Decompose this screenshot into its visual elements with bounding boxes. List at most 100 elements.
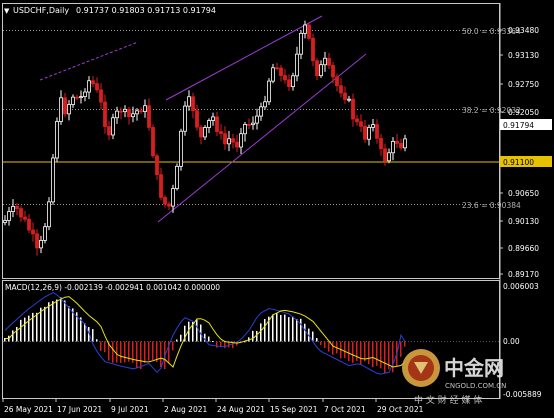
candle-body (39, 239, 43, 249)
candle-body (31, 229, 35, 235)
macd-histogram-bar (324, 341, 326, 349)
dropdown-arrow-icon[interactable]: ▼ (4, 7, 10, 15)
candle-body (207, 120, 211, 128)
macd-title: MACD(12,26,9) -0.002139 -0.002941 0.0010… (5, 283, 220, 292)
candle-body (203, 127, 207, 138)
macd-histogram-bar (196, 319, 198, 342)
macd-histogram-bar (224, 341, 226, 349)
candle-body (403, 138, 407, 149)
macd-histogram-bar (252, 330, 254, 342)
time-label: 24 Aug 2021 (217, 405, 265, 414)
macd-histogram-bar (372, 341, 374, 368)
candle-body (255, 115, 259, 124)
candle-body (359, 121, 363, 127)
candle-body (91, 80, 95, 85)
macd-histogram-bar (276, 312, 278, 342)
candle-body (335, 76, 339, 87)
macd-histogram-bar (176, 339, 178, 342)
macd-histogram-bar (256, 330, 258, 342)
time-label: 17 Jun 2021 (57, 405, 102, 414)
candle-body (387, 152, 391, 162)
candle-body (235, 141, 239, 148)
macd-histogram-bar (136, 341, 138, 368)
macd-histogram-bar (68, 306, 70, 342)
candle-body (75, 96, 79, 99)
candle-body (119, 110, 123, 113)
candle-body (59, 97, 63, 122)
fib-label-23: 23.6 = 0.90384 (462, 201, 521, 210)
candle-body (143, 105, 147, 112)
candle-body (35, 233, 39, 249)
candle-body (367, 126, 371, 140)
candle-body (195, 110, 199, 128)
candle-body (327, 57, 331, 66)
price-tick-label: 0.89170 (508, 270, 539, 279)
candle-body (395, 141, 399, 144)
candle-body (347, 98, 351, 101)
macd-histogram-bar (212, 340, 214, 342)
macd-histogram-bar (344, 341, 346, 359)
candle-body (95, 83, 99, 91)
macd-histogram-bar (280, 315, 282, 342)
candle-body (79, 96, 83, 99)
candle-body (11, 206, 15, 212)
candle-body (215, 116, 219, 132)
candle-body (123, 108, 127, 113)
macd-histogram-bar (160, 341, 162, 368)
macd-tick-top: 0.006003 (503, 282, 539, 291)
symbol-title: USDCHF,Daily (13, 6, 69, 15)
candle-body (51, 157, 55, 203)
candle-body (175, 165, 179, 189)
candle-body (239, 133, 243, 148)
candle-body (163, 197, 167, 205)
candle-body (231, 138, 235, 143)
candle-body (379, 137, 383, 150)
candle-body (311, 37, 315, 62)
macd-histogram-bar (60, 297, 62, 342)
candle-body (263, 101, 267, 108)
macd-histogram-bar (104, 341, 106, 353)
macd-histogram-bar (172, 341, 174, 351)
macd-histogram-bar (120, 341, 122, 363)
macd-histogram-bar (40, 307, 42, 342)
candle-body (191, 96, 195, 112)
macd-tick-zero: 0.00 (503, 337, 520, 346)
chart-window[interactable]: 50.0 = 0.93364 38.2 = 0.92032 23.6 = 0.9… (0, 0, 554, 418)
candle-body (103, 101, 107, 127)
candle-body (19, 208, 23, 218)
price-tick-label: 0.89660 (508, 244, 539, 253)
candle-body (111, 117, 115, 136)
macd-histogram-bar (392, 341, 394, 373)
macd-histogram-bar (152, 341, 154, 361)
candle-body (211, 116, 215, 121)
candle-body (331, 64, 335, 78)
candle-body (299, 32, 303, 55)
macd-histogram-bar (44, 306, 46, 342)
candle-body (267, 80, 271, 103)
candle-body (187, 96, 191, 107)
candle-body (43, 226, 47, 241)
candle-body (99, 89, 103, 103)
candle-body (291, 75, 295, 87)
macd-histogram-bar (316, 338, 318, 342)
candle-body (243, 124, 247, 135)
candle-body (223, 133, 227, 145)
macd-histogram-bar (12, 330, 14, 342)
candle-body (227, 138, 231, 145)
candle-body (363, 125, 367, 140)
candle-body (151, 127, 155, 157)
candle-body (167, 203, 171, 207)
macd-histogram-bar (100, 341, 102, 351)
macd-histogram-bar (260, 323, 262, 342)
macd-histogram-bar (24, 317, 26, 342)
macd-histogram-bar (124, 341, 126, 363)
ohlc-values: 0.91737 0.91803 0.91713 0.91794 (76, 6, 216, 15)
candle-body (159, 174, 163, 198)
candle-body (7, 211, 11, 221)
candle-body (343, 92, 347, 100)
macd-histogram-bar (328, 341, 330, 352)
price-tick-label: 0.92050 (508, 108, 539, 117)
macd-histogram-bar (64, 300, 66, 342)
candle-body (271, 67, 275, 82)
macd-histogram-bar (36, 312, 38, 342)
